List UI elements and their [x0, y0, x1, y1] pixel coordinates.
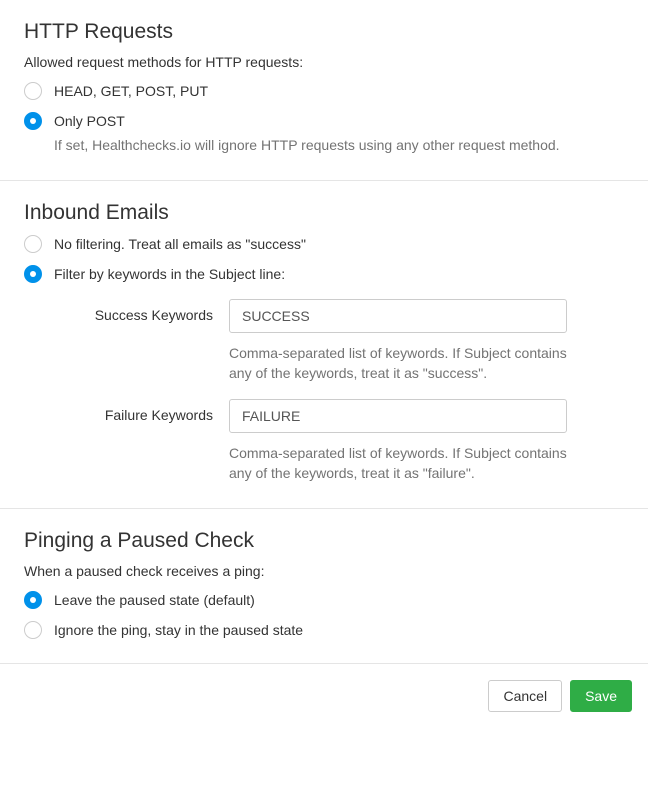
emails-option-filter-label: Filter by keywords in the Subject line:: [54, 265, 624, 283]
http-option-post-help: If set, Healthchecks.io will ignore HTTP…: [54, 136, 624, 156]
paused-option-ignore-label: Ignore the ping, stay in the paused stat…: [54, 621, 624, 639]
failure-keywords-row: Failure Keywords Comma-separated list of…: [54, 399, 624, 484]
paused-option-ignore[interactable]: Ignore the ping, stay in the paused stat…: [24, 621, 624, 639]
paused-title: Pinging a Paused Check: [24, 529, 624, 553]
failure-keywords-help: Comma-separated list of keywords. If Sub…: [229, 443, 567, 484]
success-keywords-help: Comma-separated list of keywords. If Sub…: [229, 343, 567, 384]
emails-option-filter[interactable]: Filter by keywords in the Subject line:: [24, 265, 624, 283]
http-title: HTTP Requests: [24, 20, 624, 44]
footer: Cancel Save: [0, 664, 648, 728]
save-button[interactable]: Save: [570, 680, 632, 712]
paused-option-leave-label: Leave the paused state (default): [54, 591, 624, 609]
radio-icon: [24, 82, 42, 100]
paused-option-leave[interactable]: Leave the paused state (default): [24, 591, 624, 609]
success-keywords-label: Success Keywords: [54, 299, 229, 323]
http-option-post[interactable]: Only POST If set, Healthchecks.io will i…: [24, 112, 624, 156]
radio-icon: [24, 112, 42, 130]
http-option-all-label: HEAD, GET, POST, PUT: [54, 82, 624, 100]
inbound-emails-section: Inbound Emails No filtering. Treat all e…: [0, 181, 648, 509]
cancel-button[interactable]: Cancel: [488, 680, 562, 712]
emails-option-nofilter-label: No filtering. Treat all emails as "succe…: [54, 235, 624, 253]
paused-desc: When a paused check receives a ping:: [24, 563, 624, 579]
paused-check-section: Pinging a Paused Check When a paused che…: [0, 509, 648, 664]
emails-option-nofilter[interactable]: No filtering. Treat all emails as "succe…: [24, 235, 624, 253]
radio-icon: [24, 591, 42, 609]
http-option-post-label: Only POST: [54, 112, 624, 130]
radio-icon: [24, 235, 42, 253]
emails-title: Inbound Emails: [24, 201, 624, 225]
failure-keywords-label: Failure Keywords: [54, 399, 229, 423]
http-desc: Allowed request methods for HTTP request…: [24, 54, 624, 70]
success-keywords-row: Success Keywords Comma-separated list of…: [54, 299, 624, 384]
http-option-all[interactable]: HEAD, GET, POST, PUT: [24, 82, 624, 100]
radio-icon: [24, 265, 42, 283]
failure-keywords-input[interactable]: [229, 399, 567, 433]
success-keywords-input[interactable]: [229, 299, 567, 333]
radio-icon: [24, 621, 42, 639]
http-requests-section: HTTP Requests Allowed request methods fo…: [0, 0, 648, 181]
